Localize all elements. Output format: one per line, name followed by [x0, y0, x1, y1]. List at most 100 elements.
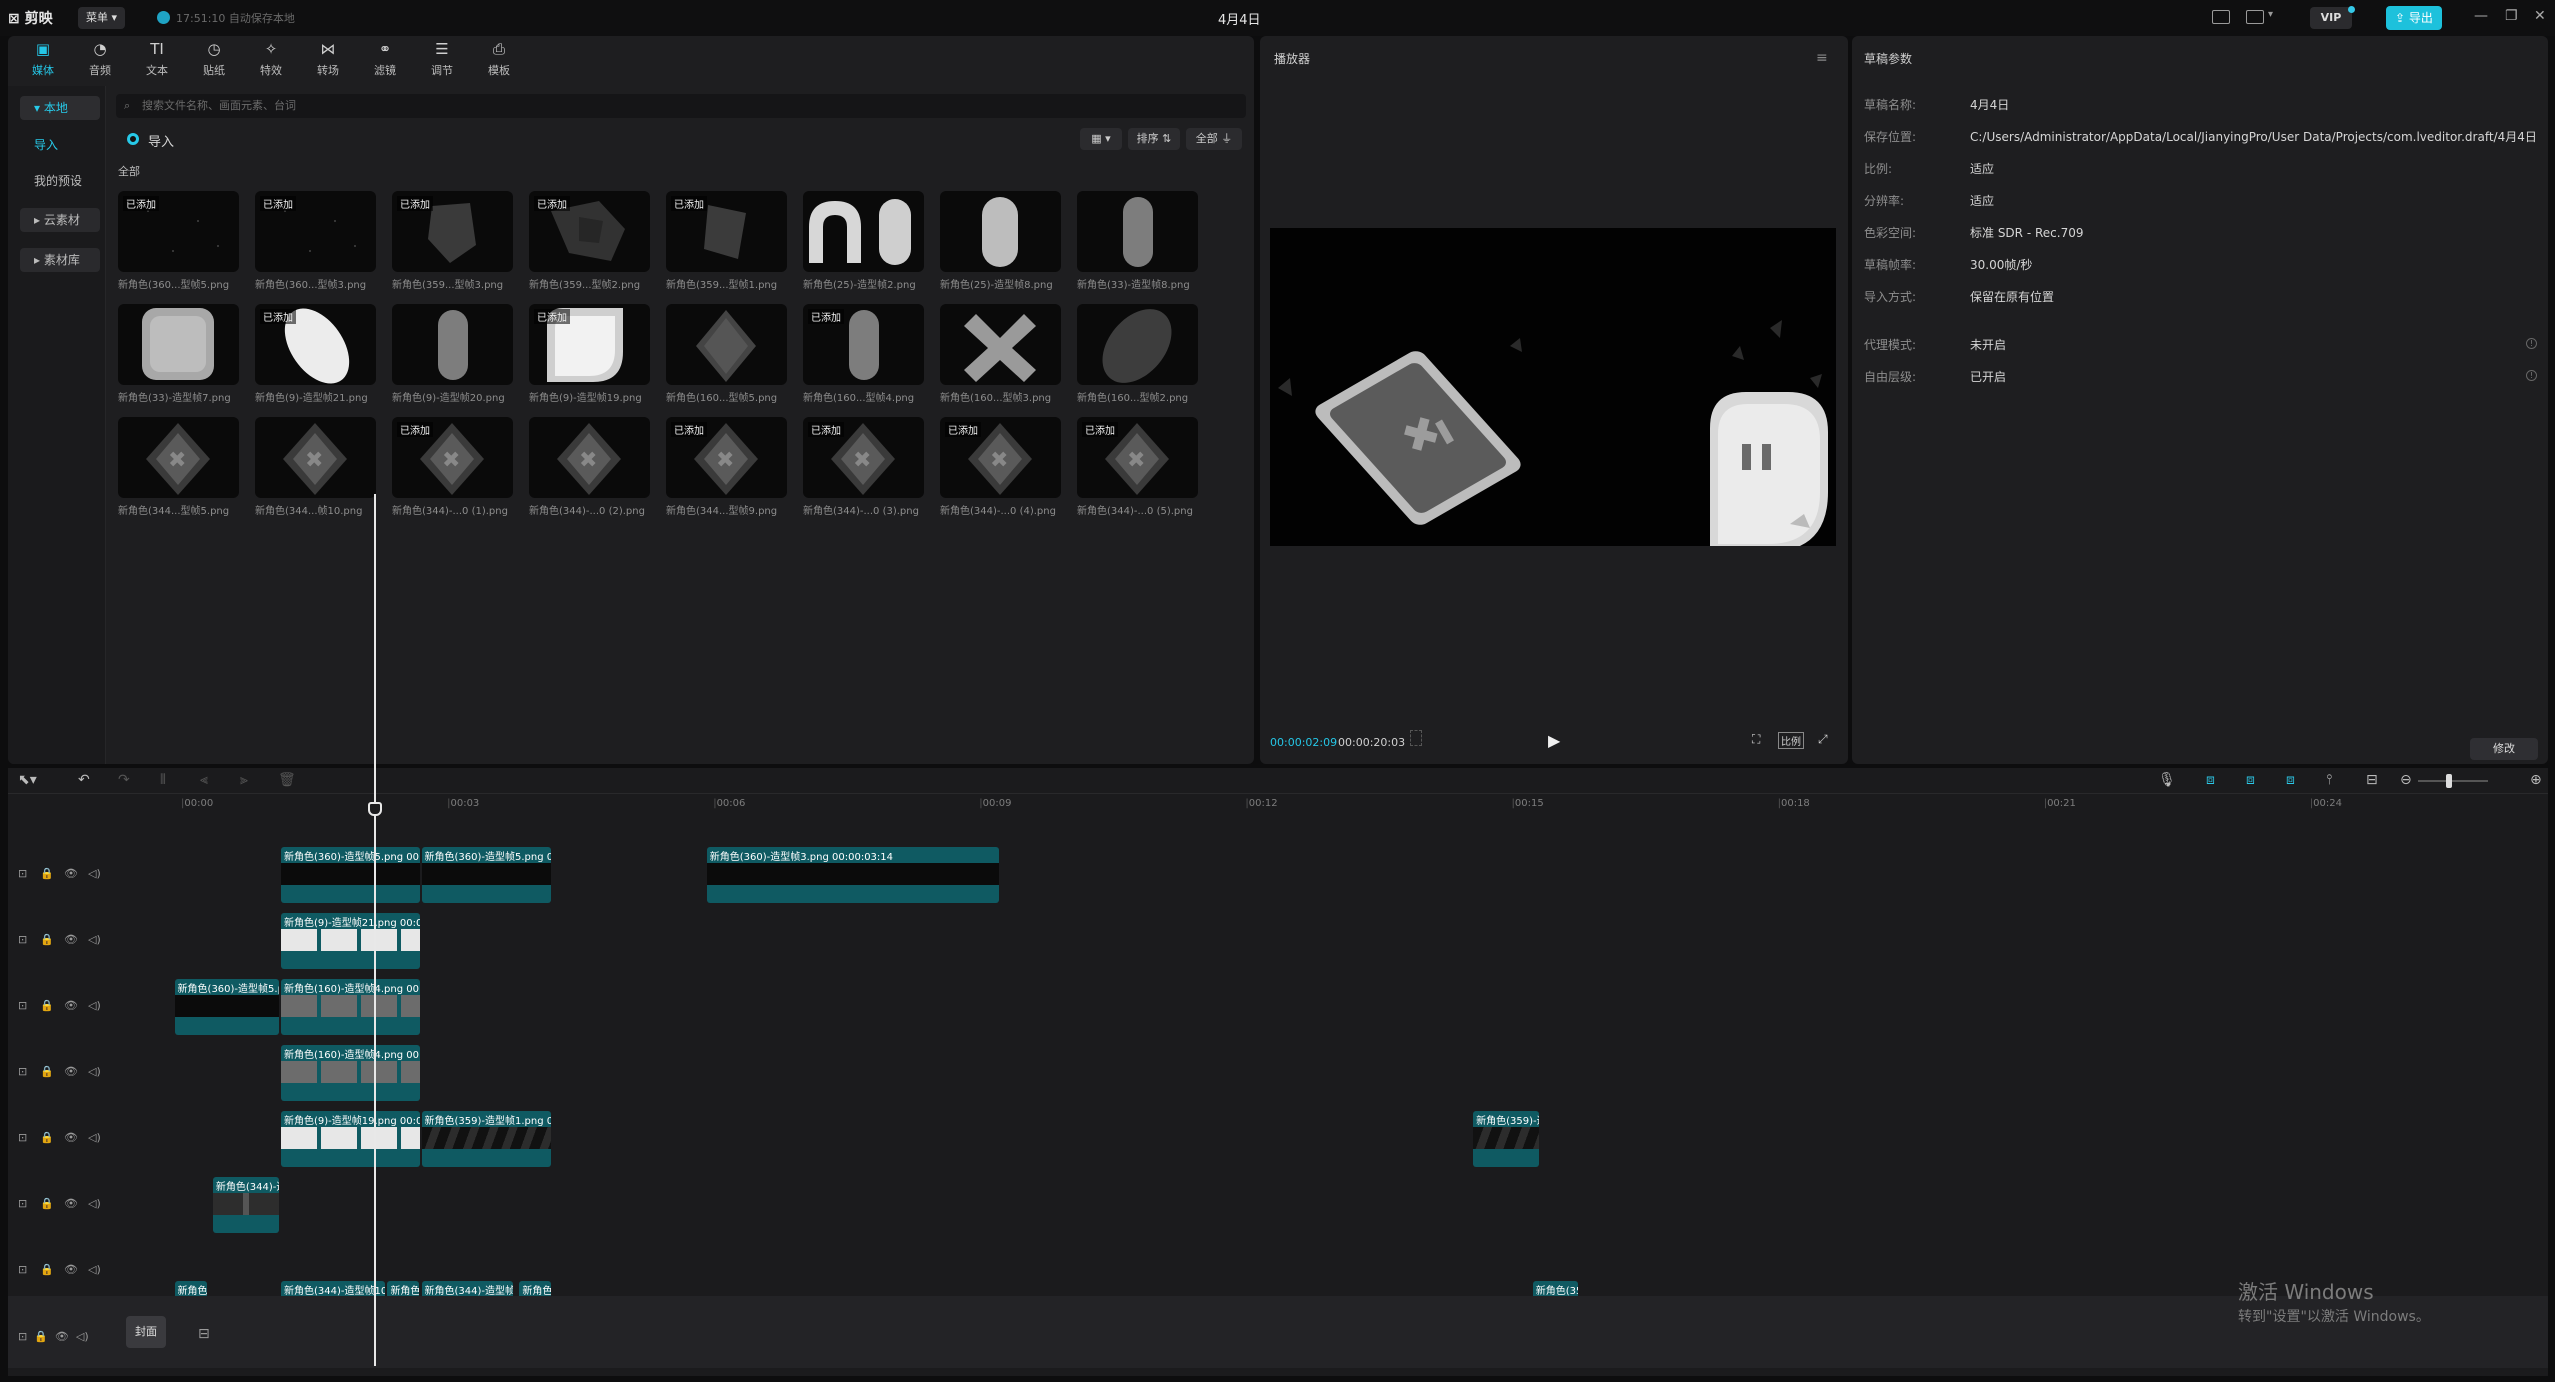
track-thumb-icon[interactable]: ⊡ — [18, 1131, 27, 1144]
lock-icon[interactable]: 🔒 — [40, 1065, 54, 1078]
minimize-icon[interactable]: — — [2474, 8, 2488, 24]
redo-icon[interactable]: ↷ — [118, 772, 130, 788]
delete-icon[interactable]: 🗑 — [278, 772, 296, 788]
preview-canvas[interactable]: ✖ — [1270, 228, 1836, 546]
track-thumb-icon[interactable]: ⊡ — [18, 1263, 27, 1276]
layout-icon[interactable] — [2246, 10, 2264, 24]
media-thumbnail[interactable] — [666, 304, 787, 385]
media-thumbnail[interactable]: ✖ — [529, 417, 650, 498]
playhead-line[interactable] — [374, 494, 376, 1366]
fullscreen-icon[interactable]: ⤢ — [1818, 732, 1828, 747]
screenshot-icon[interactable]: ⛶ — [1752, 732, 1760, 747]
timeline-clip[interactable]: 新角色(360)-造型帧5.png 00:0 — [281, 847, 420, 903]
split-left-icon[interactable]: ⫷ — [200, 772, 208, 788]
preview-axis-icon[interactable]: ⫯ — [2326, 772, 2332, 788]
timeline-clip[interactable]: 新角色(360)-造型帧5.png 00: — [421, 847, 552, 903]
vip-button[interactable]: VIP — [2310, 7, 2352, 29]
zoom-slider[interactable] — [2418, 780, 2488, 782]
visibility-icon[interactable]: 👁 — [64, 867, 78, 880]
mute-icon[interactable]: ◁) — [88, 1131, 101, 1144]
player-menu-icon[interactable]: ≡ — [1816, 50, 1828, 66]
media-thumbnail[interactable]: 已添加 — [529, 304, 650, 385]
sidenav-library[interactable]: ▸ 素材库 — [20, 248, 100, 272]
visibility-icon[interactable]: 👁 — [64, 1065, 78, 1078]
mic-icon[interactable]: 🎙 — [2158, 772, 2176, 788]
media-thumbnail[interactable]: ✖ 已添加 — [803, 417, 924, 498]
visibility-icon[interactable]: 👁 — [64, 1263, 78, 1276]
zoom-slider-handle[interactable] — [2446, 774, 2452, 788]
time-ruler[interactable]: |00:00 |00:03 |00:06 |00:09 |00:12 |00:15 |00:… — [168, 798, 2548, 816]
media-thumbnail[interactable]: 已添加 — [255, 191, 376, 272]
info-icon[interactable]: ! — [2526, 338, 2537, 349]
sort-button[interactable]: 排序 ⇅ — [1128, 128, 1180, 150]
cover-edit-icon[interactable]: ⊟ — [198, 1326, 210, 1342]
zoom-in-icon[interactable]: ⊕ — [2530, 772, 2542, 788]
media-thumbnail[interactable]: 已添加 — [118, 191, 239, 272]
tool-sticker[interactable]: ◷ 贴纸 — [189, 40, 239, 78]
media-thumbnail[interactable]: ✖ — [118, 417, 239, 498]
tool-adjust[interactable]: ☰ 调节 — [417, 40, 467, 78]
restore-icon[interactable]: ❐ — [2505, 8, 2518, 24]
visibility-icon[interactable]: 👁 — [64, 1131, 78, 1144]
media-thumbnail[interactable]: ✖ 已添加 — [392, 417, 513, 498]
info-icon[interactable]: ! — [2526, 370, 2537, 381]
split-right-icon[interactable]: ⫸ — [240, 772, 248, 788]
timeline-view-icon[interactable] — [1410, 730, 1422, 746]
ratio-button[interactable]: 比例 — [1778, 732, 1804, 749]
tool-text[interactable]: TI 文本 — [132, 40, 182, 78]
media-thumbnail[interactable]: ✖ 已添加 — [940, 417, 1061, 498]
track-thumb-icon[interactable]: ⊡ — [18, 933, 27, 946]
import-label[interactable]: 导入 — [148, 131, 174, 150]
visibility-icon[interactable]: 👁 — [64, 933, 78, 946]
linkage-icon[interactable]: ⧈ — [2286, 772, 2295, 788]
media-thumbnail[interactable] — [118, 304, 239, 385]
timeline-clip[interactable]: 新角色(359)-造 — [1473, 1111, 1540, 1167]
select-tool-icon[interactable]: ⬉▾ — [18, 772, 37, 788]
media-thumbnail[interactable] — [1077, 304, 1198, 385]
lock-icon[interactable]: 🔒 — [40, 1263, 54, 1276]
lock-icon[interactable]: 🔒 — [40, 867, 54, 880]
mute-icon[interactable]: ◁) — [88, 1197, 101, 1210]
visibility-icon[interactable]: 👁 — [64, 999, 78, 1012]
tool-effects[interactable]: ✧ 特效 — [246, 40, 296, 78]
track-thumb-icon[interactable]: ⊡ — [18, 867, 27, 880]
layout-dropdown-icon[interactable]: ▾ — [2268, 9, 2273, 20]
mute-icon[interactable]: ◁) — [88, 867, 101, 880]
lock-icon[interactable]: 🔒 — [40, 1197, 54, 1210]
timeline-clip[interactable]: 新角色(344)-造 — [212, 1177, 279, 1233]
tool-audio[interactable]: ◔ 音频 — [75, 40, 125, 78]
tool-media[interactable]: ▣ 媒体 — [18, 40, 68, 78]
cover-track-controls[interactable]: ⊡ 🔒 👁 ◁) — [18, 1330, 89, 1343]
play-icon[interactable]: ▶ — [1548, 731, 1560, 750]
media-thumbnail[interactable] — [940, 304, 1061, 385]
media-thumbnail[interactable]: ✖ — [255, 417, 376, 498]
modify-button[interactable]: 修改 — [2470, 738, 2538, 760]
media-thumbnail[interactable]: 已添加 — [803, 304, 924, 385]
track-thumb-icon[interactable]: ⊡ — [18, 999, 27, 1012]
media-thumbnail[interactable]: 已添加 — [529, 191, 650, 272]
timeline-clip[interactable]: 新角色(9)-造型帧21.png 00:00 — [281, 913, 420, 969]
filter-button[interactable]: 全部 ⏚ — [1186, 128, 1242, 150]
mute-icon[interactable]: ◁) — [88, 1065, 101, 1078]
visibility-icon[interactable]: 👁 — [64, 1197, 78, 1210]
track-thumb-icon[interactable]: ⊡ — [18, 1197, 27, 1210]
playhead-handle[interactable] — [368, 802, 382, 816]
lock-icon[interactable]: 🔒 — [40, 1131, 54, 1144]
undo-icon[interactable]: ↶ — [78, 772, 90, 788]
timeline-clip[interactable]: 新角色(359)-造型帧1.png 00 — [421, 1111, 552, 1167]
media-thumbnail[interactable]: ✖ 已添加 — [666, 417, 787, 498]
media-thumbnail[interactable] — [940, 191, 1061, 272]
sidenav-local[interactable]: ▾ 本地 — [20, 96, 100, 120]
menu-button[interactable]: 菜单 ▾ — [78, 7, 126, 29]
media-thumbnail[interactable]: 已添加 — [255, 304, 376, 385]
mute-icon[interactable]: ◁) — [88, 933, 101, 946]
zoom-out-icon[interactable]: ⊖ — [2400, 772, 2412, 788]
timeline-clip[interactable]: 新角色(160)-造型帧4.png 00:0 — [281, 1045, 420, 1101]
track-thumb-icon[interactable]: ⊡ — [18, 1065, 27, 1078]
export-button[interactable]: ⇪ 导出 — [2386, 6, 2442, 30]
import-radio[interactable] — [127, 133, 139, 145]
tool-transition[interactable]: ⋈ 转场 — [303, 40, 353, 78]
timeline-clip[interactable]: 新角色(360)-造型帧3.png 00:00:03:14 — [706, 847, 999, 903]
shortcut-icon[interactable] — [2212, 10, 2230, 24]
sidenav-import[interactable]: 导入 — [20, 133, 100, 157]
